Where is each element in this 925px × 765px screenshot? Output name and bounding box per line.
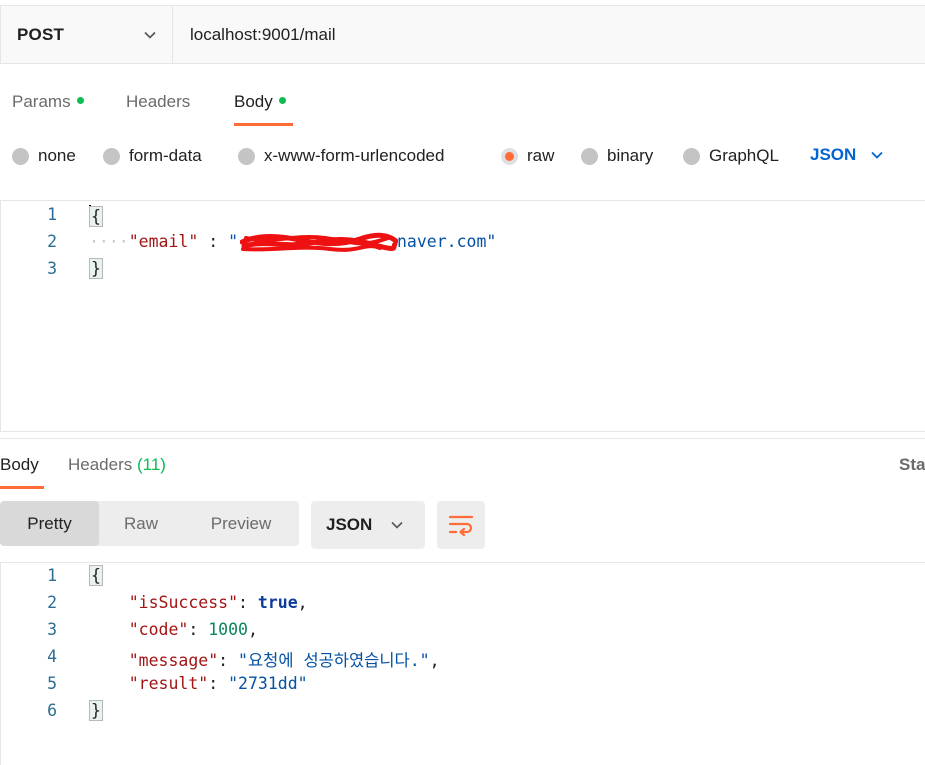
json-key: "email" <box>128 232 199 251</box>
tab-response-body-label: Body <box>0 455 39 474</box>
radio-circle-icon <box>103 147 120 165</box>
line-number: 5 <box>47 674 57 693</box>
code-line-3: } <box>89 258 103 279</box>
code-line-6: } <box>89 700 103 721</box>
code-line-1: { <box>89 205 103 227</box>
radio-form-data-label: form-data <box>129 146 202 165</box>
status-label: Sta <box>899 455 925 474</box>
status-dot-icon <box>278 97 286 104</box>
radio-raw-label: raw <box>527 146 555 165</box>
code-line-4: "message": "요청에 성공하였습니다.", <box>89 647 440 671</box>
chevron-down-icon <box>871 151 883 159</box>
radio-none-label: none <box>38 146 76 165</box>
line-number: 3 <box>47 259 57 278</box>
line-number: 2 <box>47 232 57 251</box>
close-brace: } <box>89 258 103 279</box>
tab-params[interactable]: Params <box>12 92 84 126</box>
radio-circle-icon <box>683 147 700 165</box>
indent-marker: ···· <box>89 232 129 251</box>
tab-body-label: Body <box>234 92 273 111</box>
json-separator: : <box>198 232 229 251</box>
response-format-select[interactable]: JSON <box>311 501 425 549</box>
code-line-1: { <box>89 565 103 586</box>
radio-circle-icon <box>238 147 255 165</box>
chevron-down-icon <box>391 521 403 529</box>
json-key: "result" <box>128 674 209 693</box>
json-colon: : <box>208 674 229 693</box>
method-select[interactable]: POST <box>1 6 173 63</box>
json-comma: , <box>247 620 258 639</box>
close-brace: } <box>89 700 103 721</box>
radio-form-data[interactable]: form-data <box>103 145 202 167</box>
line-number: 6 <box>47 701 57 720</box>
request-body-editor[interactable]: 1 2 3 { ····"email" : " naver.com" } <box>0 200 925 432</box>
json-value: "요청에 성공하였습니다." <box>238 651 430 670</box>
url-input[interactable]: localhost:9001/mail <box>190 25 336 45</box>
json-value: naver.com" <box>397 232 497 251</box>
open-brace: { <box>89 206 103 227</box>
url-bar: POST localhost:9001/mail <box>0 5 925 64</box>
radio-urlencoded-label: x-www-form-urlencoded <box>264 146 445 165</box>
status-dot-icon <box>76 97 84 104</box>
json-comma: , <box>429 651 440 670</box>
code-line-2: "isSuccess": true, <box>89 593 308 612</box>
tab-response-headers[interactable]: Headers (11) <box>68 455 166 489</box>
json-colon: : <box>188 620 209 639</box>
radio-binary[interactable]: binary <box>581 145 653 167</box>
line-number: 1 <box>47 205 57 224</box>
radio-circle-icon <box>581 147 598 165</box>
method-label: POST <box>17 25 65 44</box>
wrap-lines-icon <box>448 515 474 537</box>
wrap-lines-button[interactable] <box>437 501 485 549</box>
radio-graphql-label: GraphQL <box>709 146 779 165</box>
json-key: "code" <box>128 620 189 639</box>
tab-response-headers-label: Headers <box>68 455 133 474</box>
radio-circle-icon <box>12 147 29 165</box>
view-pretty-button[interactable]: Pretty <box>0 501 99 546</box>
section-divider <box>0 438 925 439</box>
headers-count: (11) <box>137 455 166 474</box>
code-line-3: "code": 1000, <box>89 620 258 639</box>
language-select[interactable]: JSON <box>810 145 884 165</box>
tab-headers[interactable]: Headers <box>126 92 190 126</box>
radio-raw[interactable]: raw <box>501 145 554 167</box>
json-value: true <box>257 593 298 612</box>
json-comma: , <box>297 593 308 612</box>
radio-binary-label: binary <box>607 146 654 165</box>
open-brace: { <box>89 565 103 586</box>
view-raw-button[interactable]: Raw <box>99 501 183 546</box>
radio-none[interactable]: none <box>12 145 76 167</box>
radio-selected-icon <box>501 147 518 165</box>
tab-body[interactable]: Body <box>234 92 293 126</box>
json-colon: : <box>238 593 258 612</box>
tab-headers-label: Headers <box>126 92 191 111</box>
redaction-scribble <box>240 232 398 252</box>
tab-params-label: Params <box>12 92 71 111</box>
json-value: 1000 <box>208 620 248 639</box>
response-body-viewer[interactable]: 1 2 3 4 5 6 { "isSuccess": true, "code":… <box>0 562 925 765</box>
view-mode-group: Pretty Raw Preview <box>0 501 299 546</box>
line-number: 1 <box>47 566 57 585</box>
json-key: "message" <box>128 651 219 670</box>
json-colon: : <box>218 651 239 670</box>
code-line-5: "result": "2731dd" <box>89 674 308 693</box>
line-number: 4 <box>47 647 57 666</box>
radio-urlencoded[interactable]: x-www-form-urlencoded <box>238 145 444 167</box>
line-number: 3 <box>47 620 57 639</box>
json-key: "isSuccess" <box>128 593 239 612</box>
chevron-down-icon <box>144 31 156 39</box>
view-preview-button[interactable]: Preview <box>183 501 299 546</box>
radio-graphql[interactable]: GraphQL <box>683 145 779 167</box>
json-value: "2731dd" <box>228 674 308 693</box>
tab-response-body[interactable]: Body <box>0 455 44 489</box>
language-label: JSON <box>810 145 857 164</box>
line-number: 2 <box>47 593 57 612</box>
response-format-label: JSON <box>326 515 373 534</box>
